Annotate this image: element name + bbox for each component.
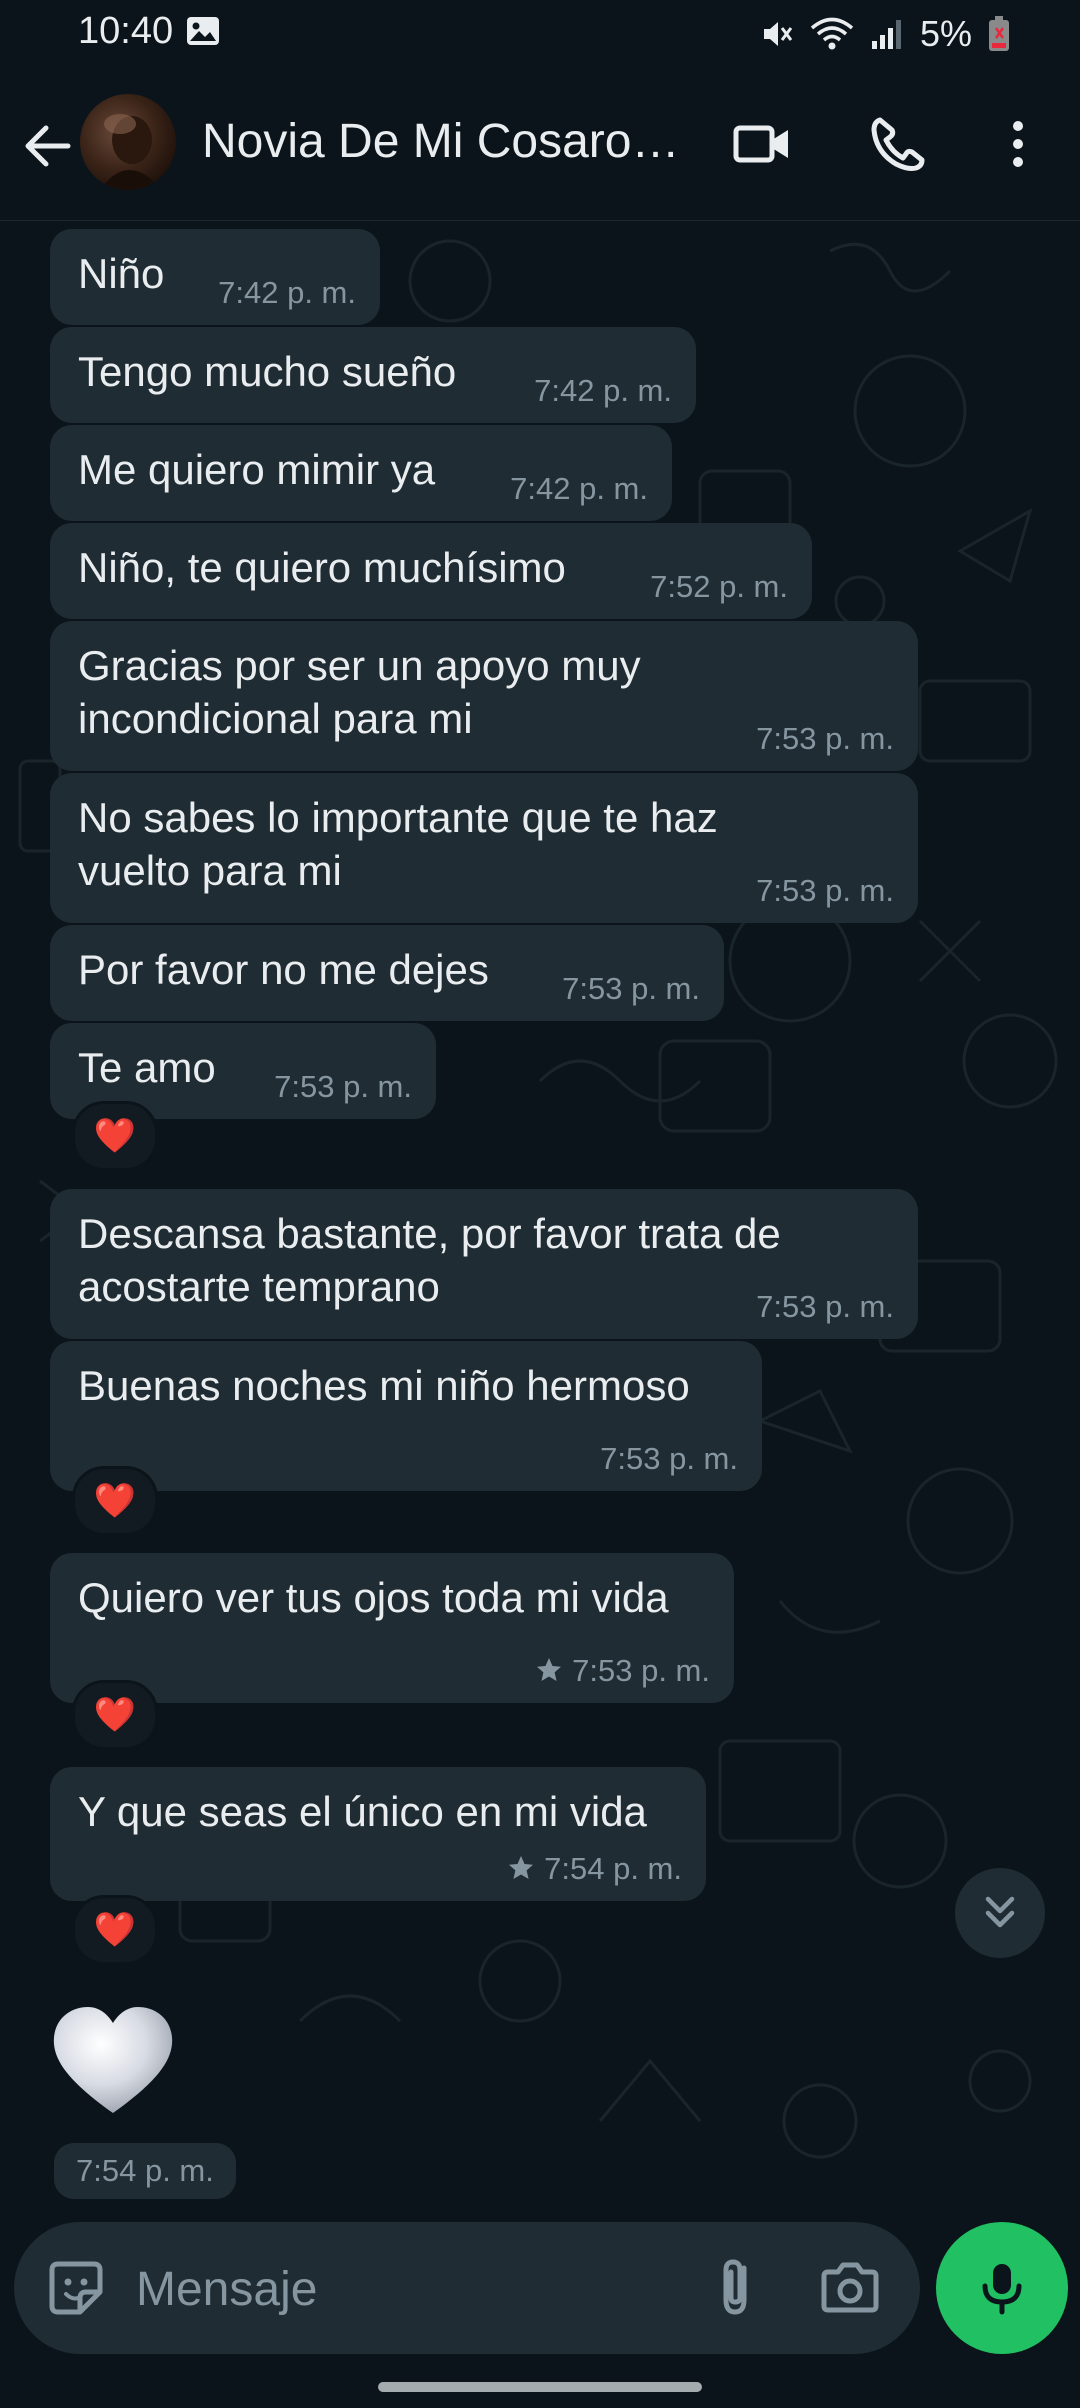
- message-bubble[interactable]: Descansa bastante, por favor trata de ac…: [50, 1189, 918, 1339]
- status-icons: 5%: [760, 10, 1010, 58]
- message-text: Quiero ver tus ojos toda mi vida: [78, 1574, 669, 1621]
- message-time: 7:53 p. m.: [536, 1653, 710, 1689]
- contact-avatar[interactable]: [80, 94, 176, 190]
- message-input[interactable]: [134, 2250, 678, 2328]
- message-text: Gracias por ser un apoyo muy incondicion…: [78, 642, 641, 742]
- video-camera-icon[interactable]: [730, 112, 794, 176]
- status-bar: 10:40 5%: [0, 0, 1080, 70]
- message-time: 7:54 p. m.: [508, 1851, 682, 1887]
- star-icon: [509, 1856, 534, 1879]
- avatar-image: [100, 114, 162, 190]
- message-bubble[interactable]: Me quiero mimir ya 7:42 p. m.: [50, 425, 672, 521]
- paperclip-icon[interactable]: [702, 2254, 768, 2320]
- battery-percent: 5%: [919, 13, 972, 54]
- double-chevron-down-icon: [985, 1896, 1015, 1928]
- more-vertical-icon[interactable]: [986, 112, 1050, 176]
- message-bubble[interactable]: Por favor no me dejes 7:53 p. m.: [50, 925, 724, 1021]
- microphone-icon: [982, 2264, 1022, 2315]
- message-bubble[interactable]: Quiero ver tus ojos toda mi vida 7:53 p.…: [50, 1553, 734, 1703]
- heart-reaction-icon: ❤️: [93, 1482, 137, 1520]
- message-time: 7:42 p. m.: [510, 471, 648, 506]
- wifi-icon: [810, 17, 854, 50]
- message-bubble[interactable]: Y que seas el único en mi vida 7:54 p. m…: [50, 1767, 706, 1901]
- message-time: 7:53 p. m.: [562, 971, 700, 1006]
- message-text: Buenas noches mi niño hermoso: [78, 1362, 690, 1409]
- message-reaction[interactable]: ❤️: [72, 1466, 158, 1536]
- back-arrow-icon[interactable]: [18, 116, 78, 176]
- message-time: 7:53 p. m.: [756, 873, 894, 908]
- gesture-navigation-bar[interactable]: [378, 2382, 702, 2392]
- message-bubble[interactable]: Gracias por ser un apoyo muy incondicion…: [50, 621, 918, 771]
- status-time: 10:40: [78, 10, 174, 52]
- camera-icon[interactable]: [818, 2256, 882, 2320]
- sticker-icon[interactable]: [44, 2256, 108, 2320]
- message-time: 7:53 p. m.: [274, 1069, 412, 1104]
- message-composer: [14, 2222, 920, 2354]
- heart-reaction-icon: ❤️: [93, 1117, 137, 1155]
- message-time: 7:42 p. m.: [218, 275, 356, 310]
- message-bubble[interactable]: Buenas noches mi niño hermoso 7:53 p. m.: [50, 1341, 762, 1491]
- gallery-notification-icon: [187, 17, 219, 45]
- message-text: Y que seas el único en mi vida: [78, 1788, 647, 1835]
- message-time: 7:53 p. m.: [756, 1289, 894, 1324]
- message-time-text: 7:54 p. m.: [544, 1851, 682, 1886]
- emoji-message-time: 7:54 p. m.: [54, 2143, 236, 2199]
- message-text: No sabes lo importante que te haz vuelto…: [78, 794, 718, 894]
- white-heart-emoji-icon[interactable]: [48, 2001, 178, 2121]
- message-text: Descansa bastante, por favor trata de ac…: [78, 1210, 781, 1310]
- message-bubble[interactable]: Niño, te quiero muchísimo 7:52 p. m.: [50, 523, 812, 619]
- signal-icon: [871, 20, 901, 49]
- message-time-text: 7:53 p. m.: [572, 1653, 710, 1688]
- contact-name[interactable]: Novia De Mi Cosaron…: [202, 114, 692, 169]
- message-time: 7:52 p. m.: [650, 569, 788, 604]
- chat-header: Novia De Mi Cosaron…: [0, 70, 1080, 221]
- heart-reaction-icon: ❤️: [93, 1911, 137, 1949]
- star-icon: [537, 1658, 562, 1681]
- heart-reaction-icon: ❤️: [93, 1696, 137, 1734]
- message-bubble[interactable]: No sabes lo importante que te haz vuelto…: [50, 773, 918, 923]
- phone-icon[interactable]: [866, 112, 930, 176]
- message-bubble[interactable]: Tengo mucho sueño 7:42 p. m.: [50, 327, 696, 423]
- mute-icon: [763, 22, 793, 46]
- message-time: 7:42 p. m.: [534, 373, 672, 408]
- chat-area[interactable]: Niño 7:42 p. m. Tengo mucho sueño 7:42 p…: [0, 221, 1080, 2211]
- message-bubble[interactable]: Niño 7:42 p. m.: [50, 229, 380, 325]
- message-time: 7:53 p. m.: [600, 1441, 738, 1476]
- battery-icon: [989, 16, 1009, 51]
- message-reaction[interactable]: ❤️: [72, 1101, 158, 1171]
- message-reaction[interactable]: ❤️: [72, 1895, 158, 1965]
- voice-message-button[interactable]: [936, 2222, 1068, 2354]
- message-reaction[interactable]: ❤️: [72, 1680, 158, 1750]
- scroll-to-bottom-button[interactable]: [955, 1868, 1045, 1958]
- message-time: 7:53 p. m.: [756, 721, 894, 756]
